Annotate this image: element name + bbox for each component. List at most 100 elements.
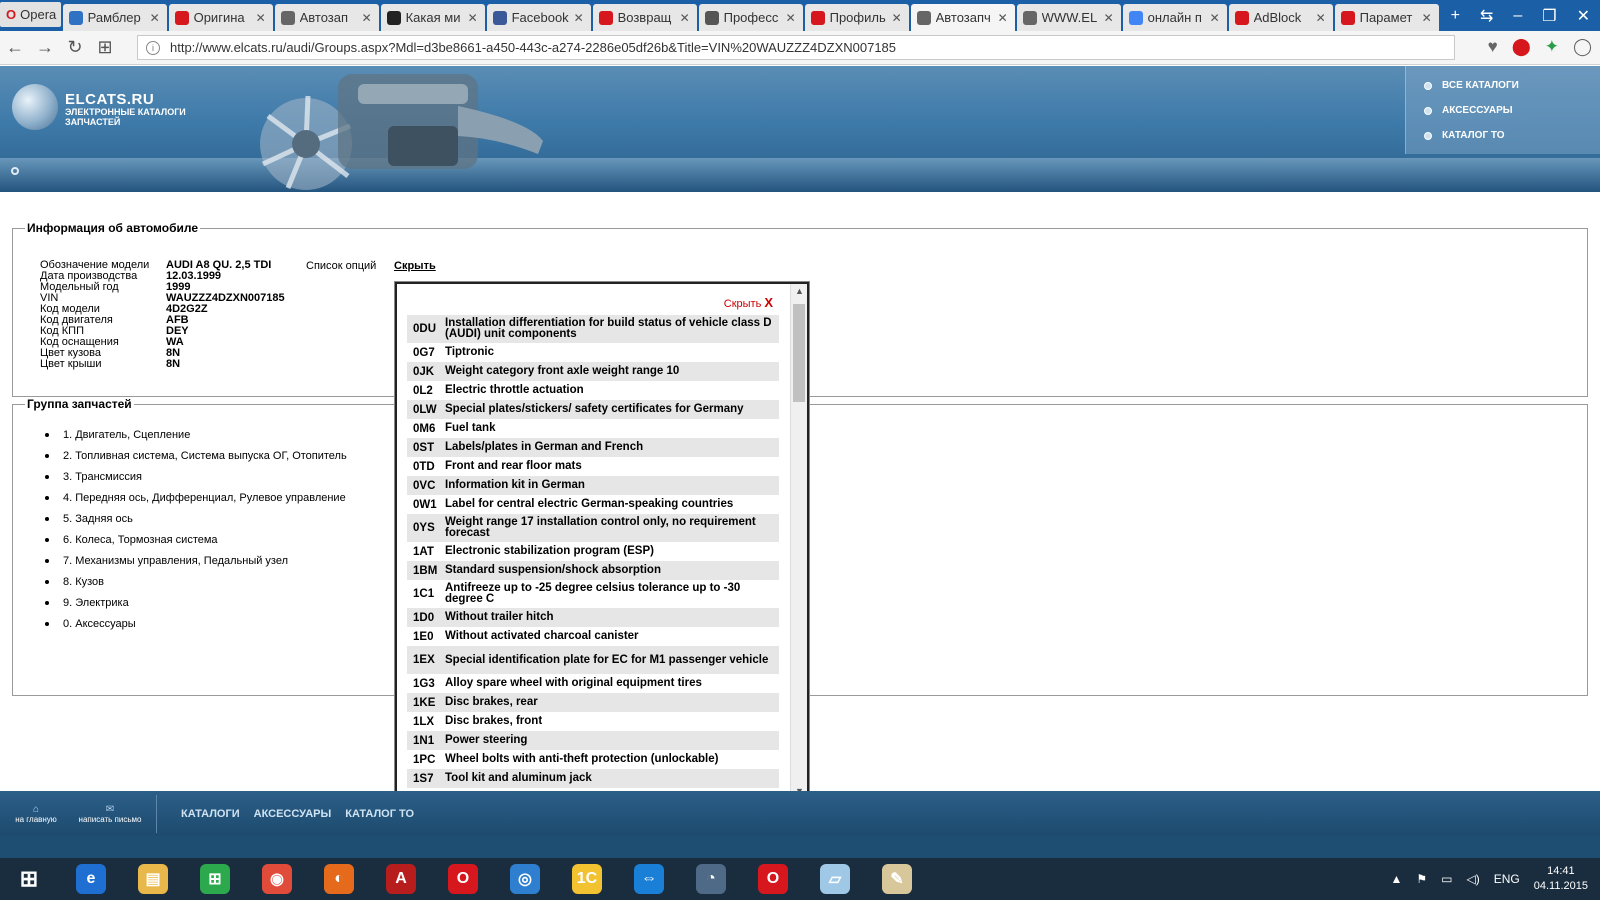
menu-all-catalogs[interactable]: ВСЕ КАТАЛОГИ <box>1424 80 1600 91</box>
browser-tab[interactable]: WWW.EL ✕ <box>1016 4 1121 31</box>
tab-close-icon[interactable]: ✕ <box>255 11 267 25</box>
taskbar-app-button[interactable]: ▤ <box>124 859 182 899</box>
browser-tab[interactable]: Автозап ✕ <box>274 4 379 31</box>
menu-service-catalog[interactable]: КАТАЛОГ ТО <box>1424 130 1600 141</box>
tab-close-icon[interactable]: ✕ <box>1421 11 1433 25</box>
popup-close-button[interactable]: Скрыть X <box>724 295 773 310</box>
browser-tab[interactable]: Профиль ✕ <box>804 4 909 31</box>
footer-link-accessories[interactable]: АКСЕССУАРЫ <box>254 808 332 820</box>
footer-link-catalogs[interactable]: КАТАЛОГИ <box>181 808 240 820</box>
tab-close-icon[interactable]: ✕ <box>467 11 479 25</box>
browser-tab[interactable]: Какая ми ✕ <box>380 4 485 31</box>
parts-group-link[interactable]: 2. Топливная система, Система выпуска ОГ… <box>45 450 347 471</box>
tab-close-icon[interactable]: ✕ <box>891 11 903 25</box>
tab-label: Оригина <box>193 10 245 25</box>
close-window-icon[interactable]: ✕ <box>1567 6 1600 26</box>
browser-tab[interactable]: Facebook ✕ <box>486 4 591 31</box>
account-icon[interactable]: ◯ <box>1573 37 1592 57</box>
clock[interactable]: 14:41 04.11.2015 <box>1534 864 1588 894</box>
store-icon: ⊞ <box>200 864 230 894</box>
taskbar-app-button[interactable]: O <box>744 859 802 899</box>
tab-close-icon[interactable]: ✕ <box>573 11 585 25</box>
taskbar-app-button[interactable]: ◉ <box>248 859 306 899</box>
tab-close-icon[interactable]: ✕ <box>361 11 373 25</box>
browser-tab[interactable]: Возвращ ✕ <box>592 4 697 31</box>
taskbar-app-button[interactable]: ◔ <box>682 859 740 899</box>
tray-overflow-icon[interactable]: ▲ <box>1391 872 1403 886</box>
scroll-up-icon[interactable]: ▲ <box>791 286 807 296</box>
option-code: 1KE <box>413 696 436 709</box>
back-icon[interactable]: ← <box>0 37 30 58</box>
start-button[interactable]: ⊞ <box>0 859 58 899</box>
url-field[interactable]: i http://www.elcats.ru/audi/Groups.aspx?… <box>137 35 1455 60</box>
maximize-icon[interactable]: ❐ <box>1532 6 1566 26</box>
footer-home-link[interactable]: ⌂ на главную <box>12 804 60 824</box>
footer-link-service-catalog[interactable]: КАТАЛОГ ТО <box>345 808 414 820</box>
adblock-icon[interactable]: ⬤ <box>1512 37 1531 57</box>
menu-accessories[interactable]: АКСЕССУАРЫ <box>1424 105 1600 116</box>
taskbar-app-button[interactable]: ✎ <box>868 859 926 899</box>
taskbar-app-button[interactable]: A <box>372 859 430 899</box>
option-code: 1G3 <box>413 677 435 690</box>
flag-icon[interactable]: ⚑ <box>1416 872 1427 886</box>
browser-tab[interactable]: онлайн п ✕ <box>1122 4 1227 31</box>
footer-divider <box>156 794 157 833</box>
browser-tab[interactable]: Автозапч ✕ <box>910 4 1015 31</box>
option-code: 1BM <box>413 564 438 577</box>
parts-group-link[interactable]: 6. Колеса, Тормозная система <box>45 534 347 555</box>
taskbar-app-button[interactable]: ⊞ <box>186 859 244 899</box>
site-info-icon[interactable]: i <box>146 40 160 55</box>
site-logo-title[interactable]: ELCATS.RU <box>65 91 154 108</box>
parts-group-link[interactable]: 4. Передняя ось, Дифференциал, Рулевое у… <box>45 492 347 513</box>
hide-options-link[interactable]: Скрыть <box>394 260 436 272</box>
network-icon[interactable]: ▭ <box>1441 872 1452 886</box>
taskbar-app-button[interactable]: ▱ <box>806 859 864 899</box>
browser-tab[interactable]: Парамет ✕ <box>1334 4 1439 31</box>
browser-tab[interactable]: Рамблер ✕ <box>62 4 167 31</box>
opera-menu-button[interactable]: O Opera <box>0 2 61 27</box>
parts-group-link[interactable]: 8. Кузов <box>45 576 347 597</box>
close-x-icon: X <box>764 295 773 310</box>
taskbar-app-button[interactable]: e <box>62 859 120 899</box>
tab-close-icon[interactable]: ✕ <box>679 11 691 25</box>
forward-icon[interactable]: → <box>30 37 60 58</box>
option-description: Electronic stabilization program (ESP) <box>445 545 654 557</box>
taskbar-app-button[interactable]: 1С <box>558 859 616 899</box>
reload-icon[interactable]: ↻ <box>60 37 90 58</box>
new-tab-icon[interactable]: + <box>1441 7 1470 25</box>
taskbar-app-button[interactable]: ⇔ <box>620 859 678 899</box>
tab-close-icon[interactable]: ✕ <box>997 11 1009 25</box>
tab-close-icon[interactable]: ✕ <box>1209 11 1221 25</box>
translate-icon[interactable]: ✦ <box>1545 37 1559 57</box>
tab-close-icon[interactable]: ✕ <box>1103 11 1115 25</box>
parts-group-link[interactable]: 1. Двигатель, Сцепление <box>45 429 347 450</box>
tab-close-icon[interactable]: ✕ <box>1315 11 1327 25</box>
taskbar-app-button[interactable]: ◐ <box>310 859 368 899</box>
parts-group-link[interactable]: 0. Аксессуары <box>45 618 347 639</box>
footer-mail-link[interactable]: ✉ написать письмо <box>72 804 148 824</box>
minimize-icon[interactable]: – <box>1503 7 1532 25</box>
volume-icon[interactable]: ◁) <box>1467 872 1480 886</box>
car-info-row: Цвет крыши 8N <box>40 359 285 370</box>
speed-dial-icon[interactable]: ⊞ <box>90 37 120 58</box>
popup-scrollbar[interactable]: ▲ ▼ <box>790 284 807 798</box>
header-stripe <box>0 158 1600 192</box>
parts-group-label: 6. Колеса, Тормозная система <box>63 534 218 546</box>
taskbar-app-button[interactable]: O <box>434 859 492 899</box>
parts-group-link[interactable]: 7. Механизмы управления, Педальный узел <box>45 555 347 576</box>
scroll-thumb[interactable] <box>793 304 805 402</box>
tab-close-icon[interactable]: ✕ <box>785 11 797 25</box>
browser-tab[interactable]: AdBlock ✕ <box>1228 4 1333 31</box>
browser-tab[interactable]: Оригина ✕ <box>168 4 273 31</box>
parts-group-link[interactable]: 9. Электрика <box>45 597 347 618</box>
parts-group-link[interactable]: 3. Трансмиссия <box>45 471 347 492</box>
windows-icon: ⊞ <box>19 866 39 891</box>
parts-group-link[interactable]: 5. Задняя ось <box>45 513 347 534</box>
taskbar-app-button[interactable]: ◎ <box>496 859 554 899</box>
tab-close-icon[interactable]: ✕ <box>149 11 161 25</box>
browser-tab[interactable]: Професс ✕ <box>698 4 803 31</box>
option-code: 1S7 <box>413 772 434 785</box>
tab-menu-icon[interactable]: ⇆ <box>1470 6 1503 26</box>
heart-icon[interactable]: ♥ <box>1488 37 1498 57</box>
language-indicator[interactable]: ENG <box>1494 872 1520 886</box>
